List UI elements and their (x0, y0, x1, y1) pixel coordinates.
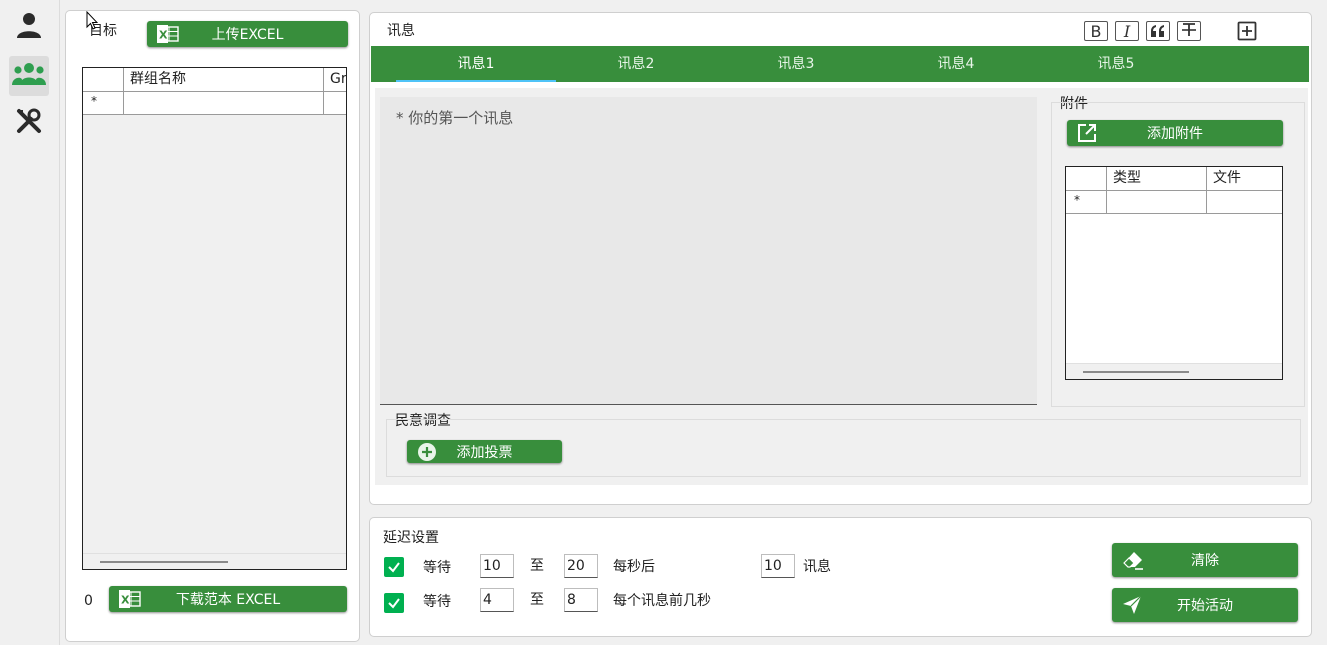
send-icon (1122, 595, 1142, 615)
delay-row1-after: 每秒后 (613, 559, 655, 575)
strikethrough-icon (1181, 22, 1197, 41)
tab-message-5[interactable]: 讯息5 (1036, 46, 1196, 82)
eraser-icon (1122, 550, 1144, 570)
tab-message-1[interactable]: 讯息1 (396, 46, 556, 82)
excel-icon: X (119, 590, 141, 608)
check-icon (388, 598, 400, 609)
attachments-new-row-marker: * (1074, 193, 1080, 207)
group-icon (12, 61, 46, 91)
delay-row1-to-word: 至 (530, 558, 544, 574)
sidebar (0, 0, 60, 645)
targets-panel: 目标 X 上传EXCEL 群组名称 Gr * 0 X 下载范本 EXCEL (65, 10, 360, 642)
delay-row1-unit: 讯息 (803, 559, 831, 575)
strikethrough-button[interactable] (1177, 21, 1201, 41)
tab-message-2[interactable]: 讯息2 (556, 46, 716, 82)
attachments-grid-hscrollbar[interactable] (1066, 363, 1282, 379)
message-tabs: 讯息1 讯息2 讯息3 讯息4 讯息5 (371, 46, 1309, 82)
new-row[interactable]: * (83, 92, 346, 115)
new-row-marker: * (91, 94, 97, 108)
add-attachment-label: 添加附件 (1147, 126, 1203, 142)
delay-row1-from-input[interactable]: 10 (480, 554, 514, 578)
sidebar-item-tools[interactable] (9, 103, 49, 143)
start-campaign-button[interactable]: 开始活动 (1112, 588, 1298, 622)
external-link-icon (1077, 123, 1097, 143)
add-poll-button[interactable]: 添加投票 (407, 440, 562, 463)
download-template-label: 下载范本 EXCEL (175, 592, 281, 608)
upload-excel-button[interactable]: X 上传EXCEL (147, 21, 348, 47)
attachments-new-row-cell-file[interactable] (1206, 191, 1282, 213)
check-icon (388, 562, 400, 573)
delay-row2-from-input[interactable]: 4 (480, 588, 514, 612)
sidebar-item-groups[interactable] (9, 56, 49, 96)
delay-row1-to-input[interactable]: 20 (564, 554, 598, 578)
message-title: 讯息 (387, 23, 415, 39)
delay-title: 延迟设置 (383, 530, 439, 546)
column-header-group-name[interactable]: 群组名称 (123, 68, 323, 92)
column-header-file[interactable]: 文件 (1206, 167, 1282, 191)
targets-count: 0 (84, 593, 93, 609)
column-header-type[interactable]: 类型 (1106, 167, 1206, 191)
delay-row2-to-input[interactable]: 8 (564, 588, 598, 612)
download-template-button[interactable]: X 下载范本 EXCEL (109, 586, 347, 612)
svg-text:X: X (159, 29, 168, 42)
delay-row2-checkbox[interactable] (384, 593, 404, 613)
add-attachment-button[interactable]: 添加附件 (1067, 120, 1283, 146)
clear-button[interactable]: 清除 (1112, 543, 1298, 577)
attachments-new-row[interactable]: * (1066, 191, 1282, 214)
column-header-gr[interactable]: Gr (323, 68, 346, 92)
attachments-new-row-cell-type[interactable] (1106, 191, 1206, 213)
new-row-cell-name[interactable] (123, 92, 323, 114)
attachments-grid-header: 类型 文件 (1066, 167, 1282, 191)
delay-row1-checkbox[interactable] (384, 557, 404, 577)
svg-text:X: X (121, 594, 130, 607)
mouse-cursor-icon (86, 10, 99, 34)
quote-icon (1150, 22, 1166, 41)
excel-icon: X (157, 25, 179, 43)
bold-button[interactable]: B (1084, 21, 1108, 41)
delay-row1-count-input[interactable]: 10 (761, 554, 795, 578)
message-editor[interactable]: * 你的第一个讯息 (380, 97, 1037, 405)
tab-message-4[interactable]: 讯息4 (876, 46, 1036, 82)
user-icon (15, 11, 43, 43)
bold-icon: B (1090, 21, 1102, 41)
attachments-grid-body (1066, 214, 1282, 379)
targets-grid[interactable]: 群组名称 Gr * (82, 67, 347, 570)
delay-row2-after: 每个讯息前几秒 (613, 593, 711, 609)
plus-circle-icon (417, 442, 437, 462)
delay-row2-wait: 等待 (423, 594, 451, 610)
tab-message-3[interactable]: 讯息3 (716, 46, 876, 82)
tools-icon (15, 107, 43, 139)
italic-icon: I (1123, 21, 1131, 41)
plus-square-icon[interactable] (1237, 21, 1257, 45)
new-row-cell-gr[interactable] (323, 92, 346, 114)
italic-button[interactable]: I (1115, 21, 1139, 41)
delay-row2-to-word: 至 (530, 592, 544, 608)
targets-grid-header: 群组名称 Gr (83, 68, 346, 92)
attachments-grid-hscroll-thumb[interactable] (1083, 371, 1189, 373)
delay-row1-wait: 等待 (423, 560, 451, 576)
attachments-grid[interactable]: 类型 文件 * (1065, 166, 1283, 380)
targets-grid-hscrollbar[interactable] (83, 553, 346, 569)
targets-grid-body (83, 115, 346, 569)
message-editor-placeholder: * 你的第一个讯息 (396, 109, 514, 127)
sidebar-item-user[interactable] (9, 7, 49, 47)
quote-button[interactable] (1146, 21, 1170, 41)
targets-grid-hscroll-thumb[interactable] (100, 561, 228, 563)
